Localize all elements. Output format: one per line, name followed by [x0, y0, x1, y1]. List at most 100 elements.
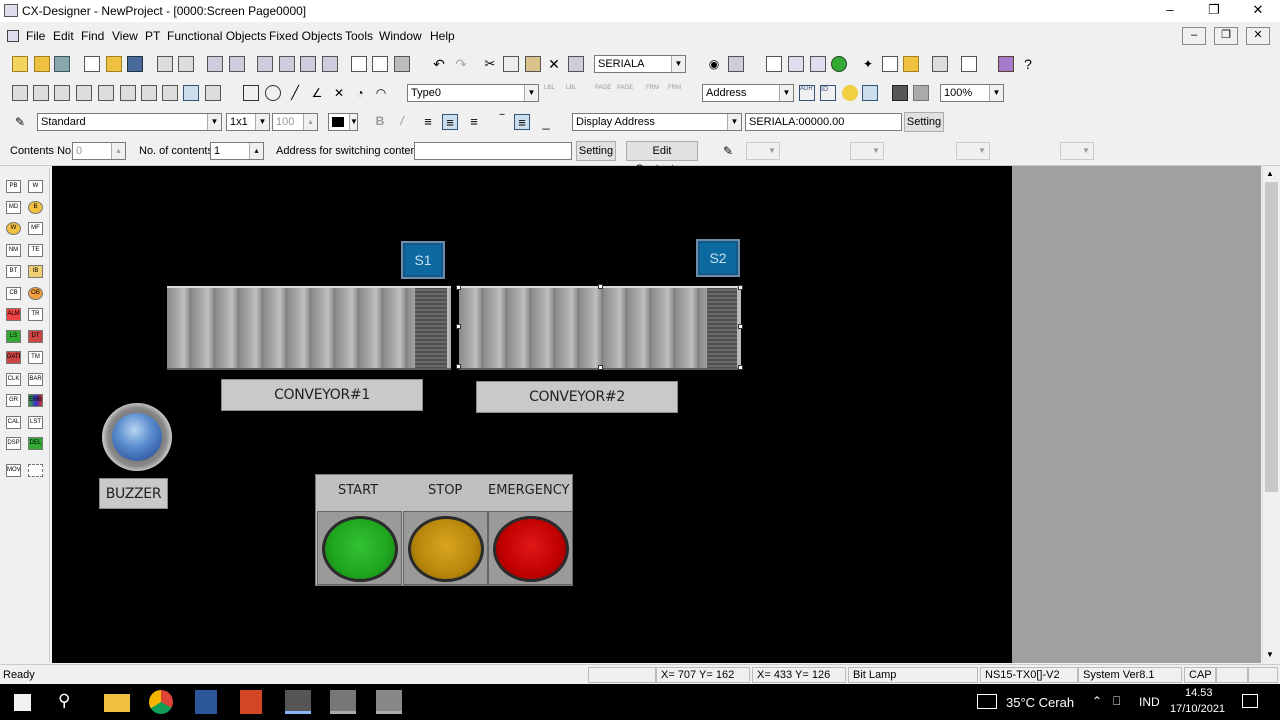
align-obj7-icon[interactable] [141, 85, 157, 101]
redo-icon[interactable]: ↷ [453, 56, 469, 72]
start-button[interactable] [322, 516, 398, 582]
color-dropdown-4[interactable]: ▼ [1060, 142, 1094, 160]
screen-page-canvas[interactable]: S1 S2 CONVEYOR#1 CONVEYOR#2 BUZZER START… [52, 166, 1012, 663]
clock-time[interactable]: 14.53 [1185, 687, 1213, 699]
menu-find[interactable]: Find [81, 29, 104, 43]
page-nav2-icon[interactable]: PAGE [617, 85, 633, 101]
align-obj5-icon[interactable] [98, 85, 114, 101]
switch-address-field[interactable] [414, 142, 572, 160]
buzzer-label[interactable]: BUZZER [99, 478, 168, 509]
weather-icon[interactable] [977, 694, 997, 709]
emergency-button[interactable] [493, 516, 569, 582]
line-icon[interactable]: ╱ [287, 85, 303, 101]
trend-tool-icon[interactable]: TR [28, 308, 43, 321]
display-tool-icon[interactable]: MOV [6, 464, 21, 477]
calendar-tool-icon[interactable]: DSP [6, 437, 21, 450]
conveyor-1-graphic[interactable] [167, 286, 451, 370]
print-preview-icon[interactable] [372, 56, 388, 72]
menu-functional-objects[interactable]: Functional Objects [167, 29, 266, 43]
undo-icon[interactable]: ↶ [431, 56, 447, 72]
no-of-contents-stepper[interactable]: 1 ▴ [210, 142, 264, 160]
font-select[interactable]: Standard ▼ [37, 113, 222, 131]
paste-icon[interactable] [525, 56, 541, 72]
open-icon[interactable] [34, 56, 50, 72]
clock-date[interactable]: 17/10/2021 [1170, 703, 1225, 715]
copy-screen-icon[interactable] [178, 56, 194, 72]
line-type-select[interactable]: Type0 ▼ [407, 84, 539, 102]
menu-pt[interactable]: PT [145, 29, 160, 43]
frm-icon[interactable]: FRM [646, 85, 662, 101]
document-icon[interactable] [7, 30, 19, 42]
bold-icon[interactable]: B [372, 114, 388, 130]
scale-select[interactable]: 1x1 ▼ [226, 113, 270, 131]
test-icon[interactable] [810, 56, 826, 72]
menu-tools[interactable]: Tools [345, 29, 373, 43]
circle-icon[interactable] [265, 85, 281, 101]
minimize-button[interactable]: – [1148, 0, 1192, 22]
sensor-s2[interactable]: S2 [696, 239, 740, 277]
align-left-obj-icon[interactable] [12, 85, 28, 101]
valign-middle-icon[interactable]: ≡ [514, 114, 530, 130]
movement-tool-icon[interactable] [28, 464, 43, 477]
sector-icon[interactable]: ◔ [352, 85, 368, 101]
list-selection-tool-icon[interactable]: IB [28, 265, 43, 278]
adr-icon[interactable]: ADR [799, 85, 815, 101]
lbl-icon[interactable]: LBL [544, 85, 560, 101]
menu-view[interactable]: View [112, 29, 138, 43]
grid-icon[interactable] [892, 85, 908, 101]
text-tool-icon[interactable]: TE [28, 244, 43, 257]
arc-icon[interactable]: ◠ [373, 85, 389, 101]
document2-icon[interactable] [882, 56, 898, 72]
screen-view-icon[interactable] [862, 85, 878, 101]
copy-icon[interactable] [503, 56, 519, 72]
word-icon[interactable] [195, 690, 217, 714]
conveyor-1-label[interactable]: CONVEYOR#1 [221, 379, 423, 411]
color-dropdown-1[interactable]: ▼ [746, 142, 780, 160]
contents-no-stepper[interactable]: 0 ▴ [72, 142, 126, 160]
push-button-tool-icon[interactable]: PB [6, 180, 21, 193]
align-obj9-icon[interactable] [183, 85, 199, 101]
level-tool-icon[interactable]: LS [6, 330, 21, 343]
find-replace-icon[interactable] [728, 56, 744, 72]
size-stepper[interactable]: 100 ▴ [272, 113, 318, 131]
mdi-minimize-button[interactable]: – [1182, 27, 1206, 45]
list-icon[interactable] [961, 56, 977, 72]
pt-icon[interactable] [932, 56, 948, 72]
scroll-down-icon[interactable]: ▼ [1266, 650, 1274, 659]
align-left-icon[interactable]: ≡ [420, 114, 436, 130]
help-icon[interactable]: ? [1020, 56, 1036, 72]
menu-edit[interactable]: Edit [53, 29, 74, 43]
save-all-icon[interactable] [54, 56, 70, 72]
bulb-icon[interactable] [842, 85, 858, 101]
page-nav-icon[interactable]: PAGE [595, 85, 611, 101]
selection-handle[interactable] [456, 364, 461, 369]
file-explorer-icon[interactable] [104, 694, 130, 712]
new-screen-icon[interactable] [84, 56, 100, 72]
frm2-icon[interactable]: FRM [668, 85, 684, 101]
object-icon[interactable] [257, 56, 273, 72]
check-icon[interactable] [766, 56, 782, 72]
app-taskbar-icon-3[interactable] [376, 690, 402, 714]
date-tool-icon[interactable]: TM [28, 351, 43, 364]
vertical-scrollbar[interactable]: ▲ ▼ [1262, 166, 1279, 663]
simulation-icon[interactable] [788, 56, 804, 72]
switch-setting-button[interactable]: Setting [576, 141, 616, 161]
alarm-tool-icon[interactable]: ALM [6, 308, 21, 321]
option-button-tool-icon[interactable]: OB [28, 287, 43, 300]
run-icon[interactable] [831, 56, 847, 72]
color-dropdown-3[interactable]: ▼ [956, 142, 990, 160]
align-obj6-icon[interactable] [120, 85, 136, 101]
transfer2-icon[interactable] [229, 56, 245, 72]
language-indicator[interactable]: IND [1139, 695, 1160, 709]
broken-line-tool-icon[interactable]: LST [28, 416, 43, 429]
brush-icon[interactable]: ✎ [720, 143, 736, 159]
transfer-icon[interactable] [207, 56, 223, 72]
selection-handle[interactable] [738, 285, 743, 290]
serial-port-select[interactable]: SERIALA ▼ [594, 55, 686, 73]
align-center-icon[interactable]: ≡ [442, 114, 458, 130]
color-dropdown-2[interactable]: ▼ [850, 142, 884, 160]
align-obj4-icon[interactable] [76, 85, 92, 101]
chevron-up-icon[interactable]: ⌃ [1092, 694, 1102, 708]
mdi-restore-button[interactable]: ❐ [1214, 27, 1238, 45]
date-display-tool-icon[interactable]: DATE [6, 351, 21, 364]
